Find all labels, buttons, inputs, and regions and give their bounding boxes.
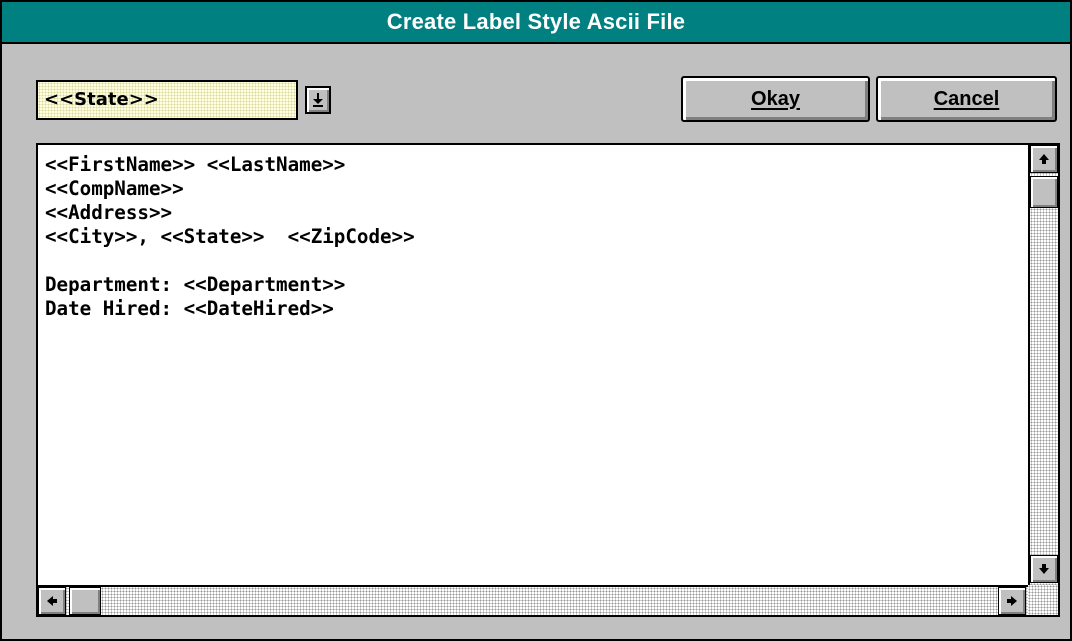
- window-title: Create Label Style Ascii File: [386, 9, 686, 34]
- template-editor[interactable]: <<FirstName>> <<LastName>> <<CompName>> <<…: [36, 143, 1060, 617]
- scroll-left-button[interactable]: [38, 587, 66, 615]
- scrollbar-corner: [1028, 585, 1058, 615]
- okay-accel: O: [751, 87, 767, 110]
- scroll-up-arrow-icon: [1039, 154, 1049, 164]
- cancel-label: ancel: [948, 87, 1000, 110]
- scroll-down-arrow-icon: [1039, 564, 1049, 574]
- title-bar: Create Label Style Ascii File: [2, 2, 1070, 44]
- horizontal-scrollbar[interactable]: [38, 585, 1028, 615]
- editor-line: <<Address>>: [45, 201, 173, 224]
- scroll-up-button[interactable]: [1030, 145, 1058, 173]
- editor-line: ​: [45, 249, 1024, 273]
- horizontal-scroll-thumb[interactable]: [69, 587, 101, 615]
- scroll-right-arrow-icon: [1007, 596, 1017, 606]
- editor-line: <<FirstName>> <<LastName>>: [45, 153, 346, 176]
- editor-line: <<CompName>>: [45, 177, 184, 200]
- editor-line: <<City>>, <<State>> <<ZipCode>>: [45, 225, 415, 248]
- scroll-right-button[interactable]: [998, 587, 1026, 615]
- vertical-scrollbar[interactable]: [1028, 145, 1058, 585]
- dropdown-arrow-icon: [313, 93, 323, 107]
- okay-button[interactable]: Okay: [681, 76, 870, 122]
- dialog-window: Create Label Style Ascii File <<State>> …: [0, 0, 1072, 641]
- editor-line: Department: <<Department>>: [45, 273, 346, 296]
- editor-line: Date Hired: <<DateHired>>: [45, 297, 334, 320]
- field-select[interactable]: <<State>>: [36, 80, 298, 120]
- cancel-button[interactable]: Cancel: [876, 76, 1057, 122]
- okay-label: kay: [766, 87, 800, 110]
- template-text[interactable]: <<FirstName>> <<LastName>> <<CompName>> <<…: [45, 153, 1024, 581]
- cancel-accel: C: [933, 87, 949, 110]
- field-select-value: <<State>>: [44, 89, 159, 110]
- scroll-down-button[interactable]: [1030, 555, 1058, 583]
- dropdown-button[interactable]: [305, 86, 331, 114]
- vertical-scroll-thumb[interactable]: [1030, 176, 1058, 208]
- scroll-left-arrow-icon: [47, 596, 57, 606]
